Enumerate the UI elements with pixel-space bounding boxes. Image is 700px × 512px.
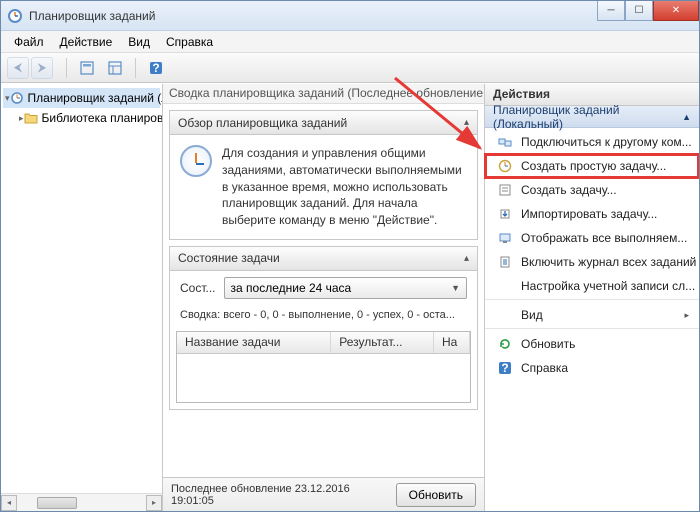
chevron-right-icon: ▸ — [684, 310, 689, 321]
action-display[interactable]: Отображать все выполняем... — [485, 226, 699, 250]
window-buttons: ─ ☐ ✕ — [597, 1, 699, 21]
window-title: Планировщик заданий — [29, 9, 693, 23]
status-title: Состояние задачи — [178, 251, 280, 265]
app-window: Планировщик заданий ─ ☐ ✕ Файл Действие … — [0, 0, 700, 512]
connect-icon — [497, 134, 513, 150]
table-header: Название задачи Результат... На — [177, 332, 470, 354]
menu-action[interactable]: Действие — [53, 33, 120, 51]
col-na[interactable]: На — [434, 332, 470, 353]
refresh-button[interactable]: Обновить — [396, 483, 476, 507]
toolbar-scope-button[interactable] — [76, 57, 98, 79]
action-wizard[interactable]: Создать простую задачу... — [485, 154, 699, 178]
action-connect[interactable]: Подключиться к другому ком... — [485, 130, 699, 154]
actions-pane: Действия Планировщик заданий (Локальный)… — [484, 84, 699, 511]
maximize-button[interactable]: ☐ — [625, 1, 653, 21]
action-label: Включить журнал всех заданий — [521, 255, 696, 269]
content-header: Сводка планировщика заданий (Последнее о… — [163, 84, 484, 104]
action-list: Подключиться к другому ком... Создать про… — [485, 128, 699, 511]
menu-view[interactable]: Вид — [121, 33, 157, 51]
toolbar: ⮜ ⮞ ? — [1, 53, 699, 83]
overview-panel: Обзор планировщика заданий ▴ Для создани… — [169, 110, 478, 240]
action-label: Импортировать задачу... — [521, 207, 657, 221]
action-account[interactable]: Настройка учетной записи сл... — [485, 274, 699, 300]
action-label: Отображать все выполняем... — [521, 231, 687, 245]
status-panel: Состояние задачи ▴ Сост... за последние … — [169, 246, 478, 410]
status-header[interactable]: Состояние задачи ▴ — [170, 247, 477, 271]
tree-hscrollbar[interactable]: ◂ ▸ — [1, 493, 162, 511]
toolbar-help-button[interactable]: ? — [145, 57, 167, 79]
scrollbar-thumb[interactable] — [37, 497, 77, 509]
account-icon — [497, 278, 513, 294]
toolbar-view-button[interactable] — [104, 57, 126, 79]
actions-context-label: Планировщик заданий (Локальный) — [493, 103, 682, 131]
action-new-task[interactable]: Создать задачу... — [485, 178, 699, 202]
refresh-icon — [497, 336, 513, 352]
actions-context[interactable]: Планировщик заданий (Локальный) ▲ — [485, 106, 699, 128]
action-help[interactable]: ? Справка — [485, 356, 699, 380]
tree-root-label: Планировщик заданий (Ло — [28, 91, 162, 105]
menu-file[interactable]: Файл — [7, 33, 51, 51]
app-icon — [7, 8, 23, 24]
action-label: Создать задачу... — [521, 183, 617, 197]
nav-back-button[interactable]: ⮜ — [7, 57, 29, 79]
combo-value: за последние 24 часа — [231, 281, 352, 295]
tree-pane: ▾ Планировщик заданий (Ло ▸ Библиотека п… — [1, 84, 163, 511]
status-label: Сост... — [180, 281, 216, 295]
view-icon — [497, 307, 513, 323]
col-result[interactable]: Результат... — [331, 332, 434, 353]
action-label: Подключиться к другому ком... — [521, 135, 692, 149]
menubar: Файл Действие Вид Справка — [1, 31, 699, 53]
action-label: Создать простую задачу... — [521, 159, 666, 173]
status-summary: Сводка: всего - 0, 0 - выполнение, 0 - у… — [170, 305, 477, 331]
action-label: Справка — [521, 361, 568, 375]
content-footer: Последнее обновление 23.12.2016 19:01:05… — [163, 477, 484, 511]
scheduler-icon — [10, 90, 24, 106]
tree: ▾ Планировщик заданий (Ло ▸ Библиотека п… — [1, 84, 162, 493]
task-table: Название задачи Результат... На — [176, 331, 471, 403]
client-area: ▾ Планировщик заданий (Ло ▸ Библиотека п… — [1, 83, 699, 511]
import-icon — [497, 206, 513, 222]
last-refresh-label: Последнее обновление 23.12.2016 19:01:05 — [171, 483, 388, 507]
action-label: Обновить — [521, 337, 575, 351]
help-icon: ? — [497, 360, 513, 376]
status-period-combo[interactable]: за последние 24 часа ▼ — [224, 277, 467, 299]
chevron-down-icon: ▼ — [451, 283, 460, 293]
collapse-icon[interactable]: ▴ — [464, 117, 469, 128]
tree-library[interactable]: ▸ Библиотека планировщ — [3, 108, 160, 128]
action-import[interactable]: Импортировать задачу... — [485, 202, 699, 226]
clock-icon — [180, 145, 212, 177]
wizard-icon — [497, 158, 513, 174]
folder-icon — [24, 110, 38, 126]
nav-forward-button[interactable]: ⮞ — [31, 57, 53, 79]
display-icon — [497, 230, 513, 246]
svg-text:?: ? — [152, 61, 159, 75]
collapse-icon[interactable]: ▴ — [464, 253, 469, 264]
overview-text: Для создания и управления общими задания… — [222, 145, 467, 229]
action-label: Вид — [521, 308, 543, 322]
menu-help[interactable]: Справка — [159, 33, 220, 51]
new-task-icon — [497, 182, 513, 198]
chevron-up-icon: ▲ — [682, 112, 691, 122]
overview-header[interactable]: Обзор планировщика заданий ▴ — [170, 111, 477, 135]
action-refresh[interactable]: Обновить — [485, 332, 699, 356]
close-button[interactable]: ✕ — [653, 1, 699, 21]
content-pane: Сводка планировщика заданий (Последнее о… — [163, 84, 484, 511]
minimize-button[interactable]: ─ — [597, 1, 625, 21]
titlebar: Планировщик заданий ─ ☐ ✕ — [1, 1, 699, 31]
overview-title: Обзор планировщика заданий — [178, 116, 347, 130]
tree-library-label: Библиотека планировщ — [42, 111, 162, 125]
action-label: Настройка учетной записи сл... — [521, 279, 695, 293]
col-name[interactable]: Название задачи — [177, 332, 331, 353]
log-icon — [497, 254, 513, 270]
svg-text:?: ? — [501, 361, 508, 375]
action-log[interactable]: Включить журнал всех заданий — [485, 250, 699, 274]
action-view[interactable]: Вид ▸ — [485, 303, 699, 329]
tree-root[interactable]: ▾ Планировщик заданий (Ло — [3, 88, 160, 108]
